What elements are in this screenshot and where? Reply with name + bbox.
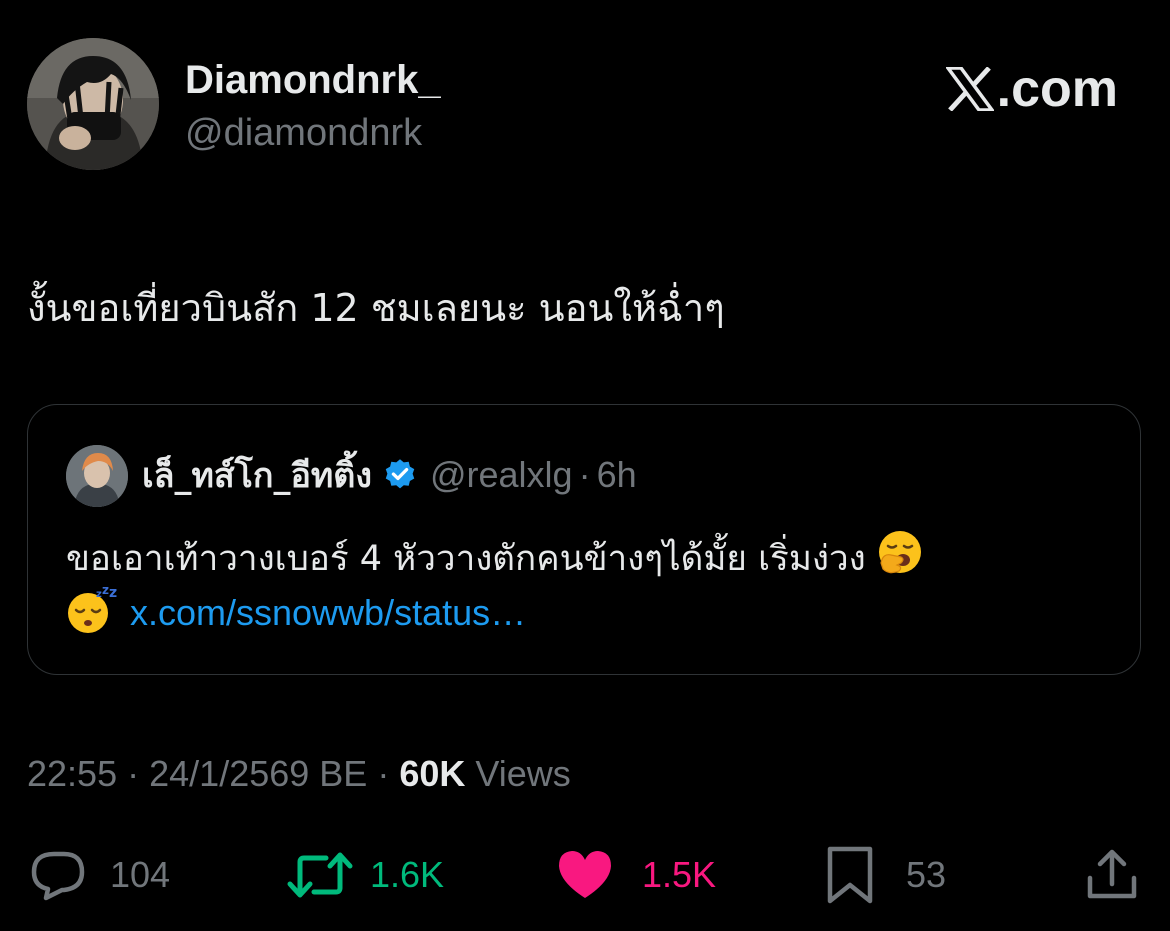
tweet-text: งั้นขอเที่ยวบินสัก 12 ชมเลยนะ นอนให้ฉ่ำๆ	[27, 286, 725, 330]
bookmark-icon	[827, 846, 873, 904]
bookmark-count: 53	[906, 854, 947, 895]
share-button[interactable]	[1084, 848, 1140, 902]
x-logo-icon	[945, 67, 994, 111]
share-icon	[1087, 849, 1137, 899]
quoted-tweet-text-line2: z z z x.com/ssnowwb/status…	[66, 583, 526, 640]
reply-count: 104	[110, 854, 171, 895]
like-count: 1.5K	[642, 854, 717, 895]
meta-separator: ·	[377, 753, 390, 794]
reply-button[interactable]: 104	[30, 848, 170, 902]
views-count: 60K	[399, 753, 466, 794]
heart-icon	[559, 851, 611, 898]
bookmark-button[interactable]: 53	[826, 846, 947, 904]
verified-badge-icon	[382, 457, 418, 493]
quoted-tweet-header: เล็_ทส์โก_อีทติ้ง @realxlg · 6h	[142, 449, 637, 501]
svg-text:z: z	[102, 585, 109, 597]
quoted-author-avatar[interactable]	[66, 445, 128, 507]
quoted-separator: ·	[578, 454, 591, 495]
brand-text: .com	[996, 60, 1118, 118]
quoted-tweet-text: ขอเอาเท้าวางเบอร์ 4 หัววางตักคนข้างๆได้ม…	[66, 539, 866, 579]
quoted-author-handle[interactable]: @realxlg	[430, 454, 573, 496]
quoted-timestamp[interactable]: 6h	[597, 454, 637, 496]
quoted-tweet-card[interactable]: เล็_ทส์โก_อีทติ้ง @realxlg · 6h ขอเอาเท้…	[27, 404, 1141, 675]
sleeping-face-icon: z z z	[66, 583, 118, 640]
tweet-date[interactable]: 24/1/2569 BE	[149, 753, 367, 794]
author-handle[interactable]: @diamondnrk	[185, 110, 422, 156]
author-avatar[interactable]	[27, 38, 159, 170]
quoted-author-display-name[interactable]: เล็_ทส์โก_อีทติ้ง	[142, 448, 372, 502]
quoted-tweet-link[interactable]: x.com/ssnowwb/status…	[130, 592, 526, 634]
quoted-tweet-text-line1: ขอเอาเท้าวางเบอร์ 4 หัววางตักคนข้างๆได้ม…	[66, 529, 1126, 591]
avatar-image	[27, 38, 159, 170]
svg-text:z: z	[109, 585, 117, 601]
repost-count: 1.6K	[370, 854, 445, 895]
meta-separator: ·	[127, 753, 140, 794]
views-label: Views	[475, 753, 571, 794]
repost-button[interactable]: 1.6K	[286, 848, 444, 902]
yawning-face-icon	[877, 529, 923, 591]
tweet-meta: 22:55 · 24/1/2569 BE · 60K Views	[27, 752, 571, 796]
brand-logo: .com	[945, 58, 1118, 120]
reply-icon	[31, 851, 85, 901]
quoted-avatar-image	[66, 445, 128, 507]
repost-icon	[287, 852, 353, 898]
like-button[interactable]: 1.5K	[556, 848, 716, 902]
author-display-name[interactable]: Diamondnrk_	[185, 56, 441, 104]
tweet-time[interactable]: 22:55	[27, 753, 117, 794]
